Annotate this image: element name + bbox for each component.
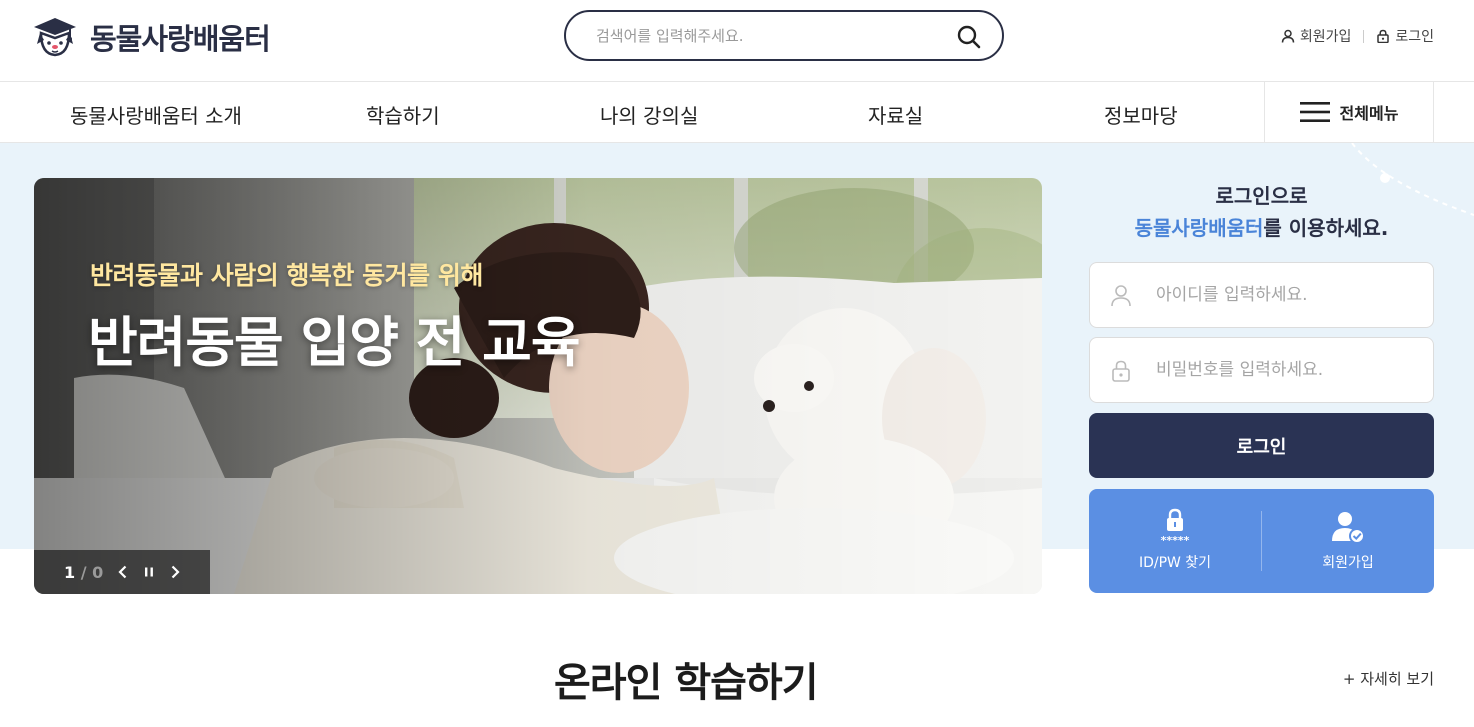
dog-graduation-cap-icon (32, 14, 78, 60)
page: 동물사랑배움터 회원가입 (0, 0, 1474, 727)
find-idpw-button[interactable]: ***** ID/PW 찾기 (1089, 489, 1261, 593)
search-box (564, 10, 1004, 61)
nav-item-learn[interactable]: 학습하기 (366, 100, 440, 129)
login-link[interactable]: 로그인 (1376, 26, 1434, 46)
site-logo[interactable]: 동물사랑배움터 (32, 14, 271, 60)
lock-icon (1377, 29, 1390, 43)
slide-current: 1 (64, 562, 76, 582)
site-name: 동물사랑배움터 (90, 22, 271, 56)
user-check-icon (1262, 507, 1434, 547)
login-heading-rest: 를 이용하세요. (1263, 216, 1389, 240)
join-link[interactable]: 회원가입 (1281, 26, 1352, 46)
member-join-label: 회원가입 (1322, 555, 1374, 571)
chevron-right-icon[interactable] (162, 559, 188, 585)
chevron-left-icon[interactable] (110, 559, 136, 585)
nav-item-my-classroom[interactable]: 나의 강의실 (600, 100, 698, 129)
hamburger-icon (1299, 102, 1330, 122)
id-field (1089, 262, 1434, 328)
slide-total: 0 (92, 562, 104, 582)
password-field (1089, 337, 1434, 403)
login-heading: 로그인으로 동물사랑배움터를 이용하세요. (1089, 180, 1434, 244)
header: 동물사랑배움터 회원가입 (0, 0, 1474, 82)
banner-photo (34, 178, 1042, 594)
quick-links: ***** ID/PW 찾기 회원가입 (1089, 489, 1434, 593)
lock-icon (1112, 360, 1130, 382)
login-heading-highlight: 동물사랑배움터 (1134, 216, 1264, 240)
slide-separator: / (80, 562, 87, 582)
join-label: 회원가입 (1299, 29, 1352, 45)
nav-item-intro[interactable]: 동물사랑배움터 소개 (70, 100, 242, 129)
search-input[interactable] (596, 24, 936, 48)
main-nav: 동물사랑배움터 소개 학습하기 나의 강의실 자료실 정보마당 전체메뉴 (0, 82, 1474, 143)
more-link[interactable]: + 자세히 보기 (1343, 668, 1434, 689)
main-banner[interactable]: 반려동물과 사람의 행복한 동거를 위해 반려동물 입양 전 교육 1 / 0 (34, 178, 1042, 594)
slider-controls: 1 / 0 (34, 550, 210, 594)
password-input[interactable] (1156, 358, 1416, 382)
pause-icon[interactable] (136, 559, 162, 585)
all-menu-label: 전체메뉴 (1339, 104, 1399, 123)
lock-password-icon: ***** (1089, 507, 1261, 547)
slide-counter: 1 / 0 (64, 563, 110, 582)
login-label: 로그인 (1395, 29, 1434, 45)
find-idpw-label: ID/PW 찾기 (1138, 555, 1212, 571)
search-icon[interactable] (956, 24, 982, 50)
banner-title: 반려동물 입양 전 교육 (88, 311, 581, 374)
member-join-button[interactable]: 회원가입 (1262, 489, 1434, 593)
user-icon (1281, 29, 1295, 43)
password-stars: ***** (1161, 534, 1190, 547)
login-heading-line1: 로그인으로 (1215, 184, 1308, 208)
login-button[interactable]: 로그인 (1089, 413, 1434, 478)
util-links: 회원가입 로그인 (1281, 26, 1434, 46)
id-input[interactable] (1156, 283, 1416, 307)
all-menu-button[interactable]: 전체메뉴 (1264, 82, 1434, 142)
banner-subtitle: 반려동물과 사람의 행복한 동거를 위해 (90, 261, 483, 290)
user-icon (1111, 285, 1131, 307)
login-heading-line2: 동물사랑배움터를 이용하세요. (1089, 212, 1434, 244)
section-title: 온라인 학습하기 (554, 660, 819, 706)
nav-item-info[interactable]: 정보마당 (1104, 100, 1178, 129)
util-divider (1363, 29, 1365, 43)
nav-item-library[interactable]: 자료실 (868, 100, 923, 129)
